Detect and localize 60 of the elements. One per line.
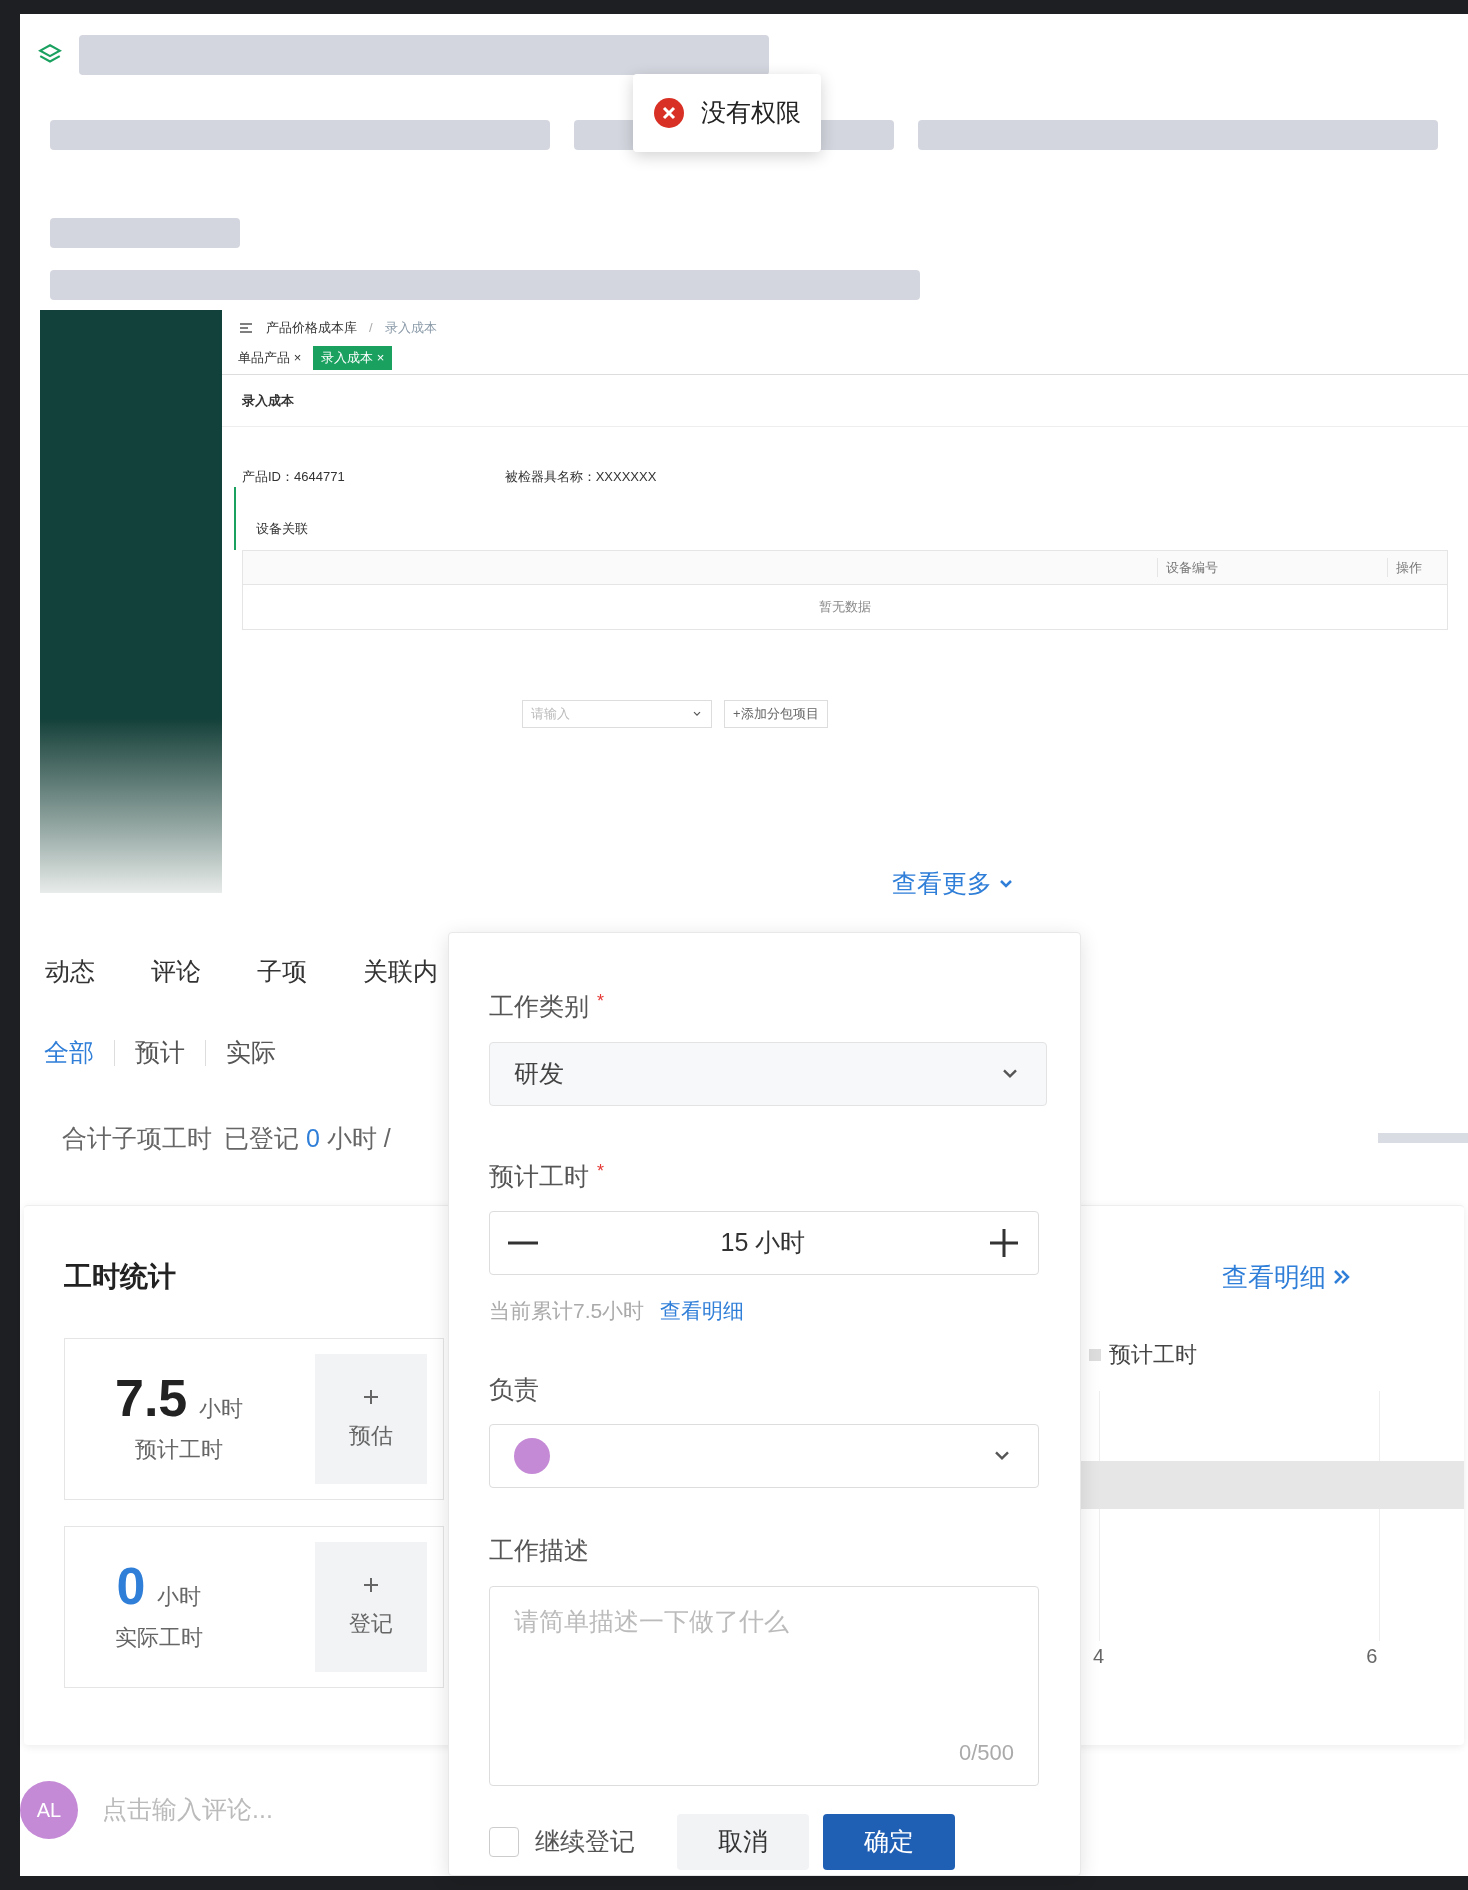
- user-avatar: AL: [20, 1781, 78, 1839]
- filter-tab[interactable]: 预计: [135, 1034, 185, 1072]
- add-button[interactable]: +添加分包项目: [724, 700, 828, 728]
- error-icon: [653, 97, 685, 129]
- stat-value: 0: [116, 1560, 146, 1612]
- filter-tab[interactable]: 全部: [44, 1034, 94, 1072]
- field-text: 产品ID：4644771: [242, 468, 345, 486]
- filter-tab[interactable]: 实际: [226, 1034, 276, 1072]
- toast-text: 没有权限: [701, 97, 801, 129]
- column-header: 设备编号: [1157, 557, 1387, 578]
- section-heading: 录入成本: [222, 374, 1468, 427]
- stat-label: 预计工时: [135, 1436, 224, 1464]
- tab[interactable]: 子项: [257, 952, 307, 990]
- empty-text: 暂无数据: [819, 598, 871, 617]
- tab[interactable]: 评论: [151, 952, 201, 990]
- unit-label: 小时: [199, 1395, 244, 1423]
- tab[interactable]: 动态: [45, 952, 95, 990]
- unit-label: 小时: [157, 1583, 202, 1611]
- placeholder-text: 请简单描述一下做了什么: [514, 1605, 790, 1637]
- character-counter: 0/500: [958, 1738, 1014, 1767]
- axis-tick-label: 4: [1093, 1644, 1105, 1669]
- field-label: 预计工时: [489, 1160, 589, 1192]
- tab[interactable]: 关联内: [363, 952, 438, 990]
- confirm-button[interactable]: 确定: [823, 1813, 955, 1870]
- stat-label: 实际工时: [115, 1624, 203, 1652]
- user-avatar: [514, 1438, 550, 1474]
- column-header: 操作: [1387, 557, 1447, 578]
- required-mark: *: [597, 990, 604, 1013]
- hint-text: 当前累计7.5小时: [489, 1298, 645, 1324]
- estimate-button[interactable]: 预估: [315, 1354, 427, 1484]
- breadcrumb-item[interactable]: 产品价格成本库: [266, 318, 357, 338]
- field-label: 工作类别: [489, 991, 589, 1022]
- category-select[interactable]: 研发: [489, 1041, 1047, 1106]
- register-button[interactable]: 登记: [315, 1542, 427, 1672]
- checkbox[interactable]: [489, 1826, 519, 1857]
- summary-text: 已登记 0 小时 /: [224, 1122, 391, 1154]
- field-text: 被检器具名称：XXXXXXX: [504, 468, 657, 486]
- view-details-link[interactable]: 查看明细: [1222, 1257, 1354, 1297]
- checkbox-label: 继续登记: [535, 1825, 635, 1857]
- card-title: 工时统计: [64, 1260, 176, 1294]
- menu-icon: [238, 320, 254, 336]
- required-mark: *: [597, 1159, 604, 1183]
- minus-icon: [508, 1241, 538, 1245]
- summary-label: 合计子项工时: [62, 1122, 212, 1154]
- view-more-link[interactable]: 查看更多: [892, 865, 1016, 903]
- legend-label: 预计工时: [1109, 1341, 1197, 1369]
- page-tab[interactable]: 单品产品 ×: [230, 346, 310, 370]
- field-label: 工作描述: [489, 1536, 589, 1564]
- view-details-link[interactable]: 查看明细: [660, 1295, 745, 1327]
- page-tab[interactable]: 录入成本 ×: [313, 346, 393, 370]
- legend-swatch: [1089, 1348, 1101, 1361]
- field-label: 负责: [489, 1374, 539, 1403]
- comment-input[interactable]: 点击输入评论...: [102, 1791, 402, 1829]
- hours-stepper[interactable]: 15 小时: [489, 1211, 1039, 1275]
- cancel-button[interactable]: 取消: [677, 1813, 809, 1870]
- breadcrumb-separator: /: [369, 319, 373, 338]
- owner-select[interactable]: [489, 1424, 1039, 1488]
- axis-tick-label: 6: [1366, 1644, 1378, 1669]
- plus-icon: [988, 1227, 1020, 1259]
- stat-value: 7.5: [115, 1372, 188, 1424]
